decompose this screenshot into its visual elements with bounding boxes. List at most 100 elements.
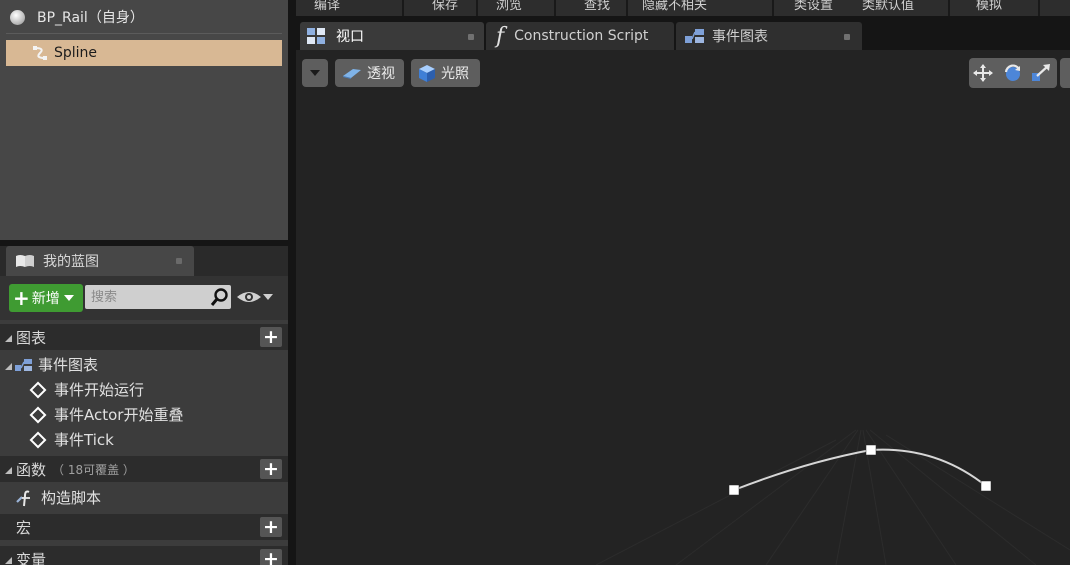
class-defaults-button[interactable]: 类默认值 xyxy=(862,0,914,13)
add-variable-button[interactable]: + xyxy=(260,549,282,565)
functions-override-hint: （ 18可覆盖 ） xyxy=(52,462,135,477)
document-tabbar: 视口 f Construction Script 事件图表 xyxy=(296,18,1070,50)
event-item[interactable]: 事件Tick xyxy=(0,427,288,452)
scale-icon[interactable] xyxy=(1031,64,1051,82)
spline-point xyxy=(980,480,992,492)
viewport-options-button[interactable] xyxy=(302,59,328,87)
add-graph-button[interactable]: + xyxy=(260,327,282,347)
viewport[interactable]: 透视 光照 xyxy=(296,50,1070,565)
components-panel: BP_Rail（自身） Spline xyxy=(0,0,288,240)
search-box xyxy=(85,285,231,309)
spline-point xyxy=(865,444,877,456)
add-new-button[interactable]: + 新增 xyxy=(9,284,83,312)
expand-triangle-icon[interactable] xyxy=(5,467,12,474)
function-icon: f xyxy=(496,23,505,49)
event-graph-label: 事件图表 xyxy=(38,356,99,374)
simulate-button[interactable]: 模拟 xyxy=(976,0,1002,13)
perspective-button[interactable]: 透视 xyxy=(335,59,404,87)
add-function-button[interactable]: + xyxy=(260,459,282,479)
event-graph-icon xyxy=(15,358,32,371)
hide-unrelated-button[interactable]: 隐藏不相关 xyxy=(642,0,707,13)
toolbar-separator xyxy=(772,0,774,16)
browse-button[interactable]: 浏览 xyxy=(496,0,522,13)
construction-script-label: 构造脚本 xyxy=(41,489,102,507)
component-root-row[interactable]: BP_Rail（自身） xyxy=(6,4,282,30)
add-new-label: 新增 xyxy=(31,291,60,307)
search-icon[interactable] xyxy=(209,287,229,307)
event-node-icon xyxy=(29,431,47,448)
lit-button[interactable]: 光照 xyxy=(411,59,480,87)
toolbar-separator xyxy=(1038,0,1040,16)
my-blueprint-tabbar: 我的蓝图 xyxy=(0,246,288,276)
plus-icon: + xyxy=(13,286,30,310)
component-root-label: BP_Rail（自身） xyxy=(37,10,144,26)
category-graphs[interactable]: 图表 + xyxy=(0,324,288,350)
tab-event-graph[interactable]: 事件图表 xyxy=(676,22,862,50)
tab-construction-script[interactable]: f Construction Script xyxy=(486,22,674,50)
toolbar-separator xyxy=(626,0,628,16)
my-blueprint-toolbar: + 新增 xyxy=(0,276,288,320)
perspective-icon xyxy=(343,69,361,79)
tab-my-blueprint-label: 我的蓝图 xyxy=(43,254,99,270)
event-label: 事件开始运行 xyxy=(54,381,145,399)
close-icon[interactable] xyxy=(844,34,850,40)
toolbar-separator xyxy=(554,0,556,16)
viewport-extra-toggle[interactable] xyxy=(1060,58,1070,88)
tab-event-graph-label: 事件图表 xyxy=(712,29,768,45)
expand-triangle-icon[interactable] xyxy=(5,557,12,564)
tab-viewport-label: 视口 xyxy=(336,29,364,45)
event-node-icon xyxy=(29,381,47,398)
viewport-icon xyxy=(307,28,325,44)
transform-tools xyxy=(969,58,1057,88)
toolbar-separator xyxy=(948,0,950,16)
event-node-icon xyxy=(29,406,47,423)
expand-triangle-icon[interactable] xyxy=(5,335,12,342)
category-variables-label: 变量 xyxy=(16,550,47,565)
book-icon xyxy=(16,255,34,267)
spline-point xyxy=(728,484,740,496)
chevron-down-icon xyxy=(63,295,74,301)
category-macros[interactable]: 宏 + xyxy=(0,514,288,540)
rotate-icon[interactable] xyxy=(1003,64,1023,82)
event-graph-icon xyxy=(685,29,704,43)
spline-icon xyxy=(32,45,48,61)
category-functions[interactable]: 函数 （ 18可覆盖 ） + xyxy=(0,456,288,482)
expand-triangle-icon[interactable] xyxy=(5,362,12,370)
spline-curve xyxy=(733,448,987,491)
lit-label: 光照 xyxy=(441,66,469,82)
category-macros-label: 宏 xyxy=(16,518,32,537)
function-icon xyxy=(16,490,30,506)
viewport-scene xyxy=(595,429,1070,565)
component-spline-row[interactable]: Spline xyxy=(6,40,282,66)
divider xyxy=(6,33,282,34)
event-label: 事件Tick xyxy=(54,431,114,449)
perspective-label: 透视 xyxy=(367,66,395,82)
translate-icon[interactable] xyxy=(973,64,993,82)
tab-construction-script-label: Construction Script xyxy=(514,28,649,44)
search-input[interactable] xyxy=(85,286,205,308)
close-icon[interactable] xyxy=(468,34,474,40)
category-functions-label: 函数 xyxy=(16,460,47,479)
compile-button[interactable]: 编译 xyxy=(314,0,340,13)
save-button[interactable]: 保存 xyxy=(432,0,458,13)
lit-cube-icon xyxy=(419,65,435,82)
toolbar-separator xyxy=(476,0,478,16)
chevron-down-icon xyxy=(263,294,273,300)
sphere-icon xyxy=(10,9,25,25)
construction-script-item[interactable]: 构造脚本 xyxy=(0,485,288,510)
event-label: 事件Actor开始重叠 xyxy=(54,406,184,424)
event-graph-item[interactable]: 事件图表 xyxy=(0,352,288,377)
find-button[interactable]: 查找 xyxy=(584,0,610,13)
add-macro-button[interactable]: + xyxy=(260,517,282,537)
tab-my-blueprint[interactable]: 我的蓝图 xyxy=(6,246,194,276)
class-settings-button[interactable]: 类设置 xyxy=(794,0,833,13)
component-spline-label: Spline xyxy=(54,45,98,61)
tab-viewport[interactable]: 视口 xyxy=(300,22,484,50)
category-graphs-label: 图表 xyxy=(16,328,47,347)
event-item[interactable]: 事件Actor开始重叠 xyxy=(0,402,288,427)
view-options-button[interactable] xyxy=(236,288,276,306)
chevron-down-icon xyxy=(310,70,320,76)
close-icon[interactable] xyxy=(176,258,182,264)
event-item[interactable]: 事件开始运行 xyxy=(0,377,288,402)
category-variables[interactable]: 变量 + xyxy=(0,546,288,565)
